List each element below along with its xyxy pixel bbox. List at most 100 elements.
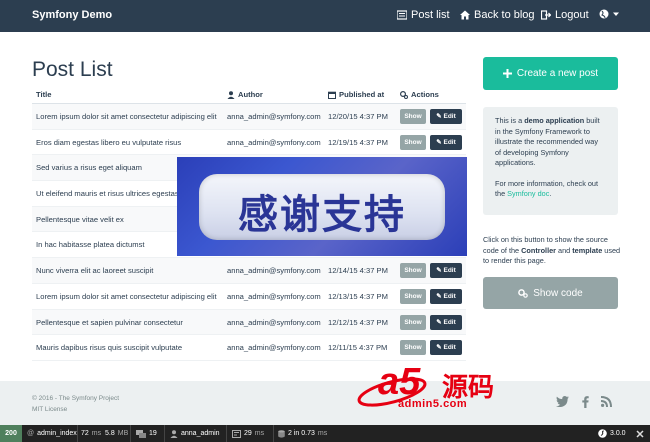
post-date: 12/11/15 4:37 PM: [328, 343, 388, 353]
close-icon: [636, 429, 644, 438]
status-code[interactable]: 200: [0, 425, 22, 442]
show-post-button[interactable]: Show: [400, 263, 426, 279]
post-author: anna_admin@symfony.com: [227, 137, 321, 147]
home-icon: [460, 10, 470, 20]
info-box: This is a demo application built in the …: [483, 107, 618, 215]
post-author: anna_admin@symfony.com: [227, 112, 321, 121]
language-dropdown[interactable]: [599, 9, 619, 19]
info-paragraph-2: For more information, check out the Symf…: [495, 178, 599, 199]
nav-back-to-blog-label: Back to blog: [474, 9, 535, 21]
edit-icon: ✎: [436, 267, 442, 275]
toolbar-time[interactable]: 72 ms: [81, 425, 101, 442]
show-post-button[interactable]: Show: [400, 340, 426, 356]
header-published: Published at: [328, 90, 384, 99]
plus-icon: [502, 69, 512, 78]
brand[interactable]: Symfony Demo: [32, 9, 112, 21]
footer: © 2016 - The Symfony Project MIT License: [0, 381, 650, 425]
logs-icon: [136, 429, 146, 438]
user-icon: [227, 90, 235, 99]
table-header: Title Author Published at Actions: [32, 84, 466, 104]
post-date: 12/13/15 4:37 PM: [328, 291, 388, 301]
toolbar-route[interactable]: @ admin_index: [27, 425, 77, 442]
toolbar-twig[interactable]: 29 ms: [232, 425, 264, 442]
edit-post-button[interactable]: ✎ Edit: [430, 109, 462, 124]
logout-icon: [541, 10, 551, 20]
toolbar-version[interactable]: 3.0.0: [598, 425, 626, 442]
post-author: anna_admin@symfony.com: [227, 343, 321, 353]
symfony-doc-link[interactable]: Symfony doc: [507, 189, 549, 198]
header-actions: Actions: [400, 90, 439, 99]
edit-icon: ✎: [436, 292, 442, 300]
post-title: Eros diam egestas libero eu vulputate ri…: [36, 137, 182, 147]
post-title: Mauris dapibus risus quis suscipit vulpu…: [36, 343, 183, 353]
edit-icon: ✎: [436, 113, 442, 120]
footer-copyright: © 2016 - The Symfony Project MIT License: [32, 395, 120, 413]
create-post-label: Create a new post: [516, 68, 599, 79]
toolbar-divider: [77, 425, 78, 442]
toolbar-divider: [273, 425, 274, 442]
rss-icon[interactable]: [601, 396, 612, 407]
facebook-icon[interactable]: [582, 396, 589, 408]
nav-logout[interactable]: Logout: [541, 9, 589, 21]
source-code-description: Click on this button to show the source …: [483, 235, 621, 265]
show-post-button[interactable]: Show: [400, 314, 426, 330]
post-author: anna_admin@symfony.com: [227, 291, 321, 301]
watermark-badge: 感谢支持: [199, 174, 445, 240]
edit-icon: ✎: [436, 344, 442, 352]
post-date: 12/19/15 4:37 PM: [328, 137, 388, 147]
twitter-icon[interactable]: [556, 396, 569, 407]
edit-post-button[interactable]: ✎ Edit: [430, 263, 462, 279]
toolbar-close[interactable]: [636, 425, 644, 442]
show-post-button[interactable]: Show: [400, 288, 426, 304]
nav-post-list[interactable]: Post list: [397, 9, 450, 21]
nav-back-to-blog[interactable]: Back to blog: [460, 9, 535, 21]
create-post-button[interactable]: Create a new post: [483, 57, 618, 90]
edit-icon: ✎: [436, 318, 442, 326]
cogs-icon: [518, 288, 529, 298]
table-row: Lorem ipsum dolor sit amet consectetur a…: [32, 284, 466, 310]
nav-logout-label: Logout: [555, 9, 589, 21]
database-icon: [278, 429, 285, 438]
table-row: Eros diam egestas libero eu vulputate ri…: [32, 130, 466, 156]
nav-post-list-label: Post list: [411, 9, 450, 21]
toolbar-divider: [164, 425, 165, 442]
debug-toolbar: 200 @ admin_index 72 ms 5.8 MB 19 anna_adm…: [0, 425, 650, 442]
list-icon: [397, 10, 407, 20]
toolbar-divider: [226, 425, 227, 442]
post-date: 12/12/15 4:37 PM: [328, 317, 388, 327]
edit-post-button[interactable]: ✎ Edit: [430, 134, 462, 150]
post-author: anna_admin@symfony.com: [227, 317, 321, 327]
a5-logo-mark: a5: [378, 361, 421, 403]
show-code-button[interactable]: Show code: [483, 277, 618, 309]
post-title: Lorem ipsum dolor sit amet consectetur a…: [36, 112, 217, 121]
show-post-button[interactable]: Show: [400, 134, 426, 150]
toolbar-db[interactable]: 2 in 0.73 ms: [278, 425, 327, 442]
table-row: Pellentesque et sapien pulvinar consecte…: [32, 309, 466, 336]
toolbar-logs[interactable]: 19: [136, 425, 157, 442]
watermark-text: 感谢支持: [238, 192, 406, 238]
post-title: Nunc viverra elit ac laoreet suscipit: [36, 266, 154, 276]
cogs-icon: [400, 90, 408, 99]
show-post-button[interactable]: Show: [400, 109, 426, 124]
toolbar-user[interactable]: anna_admin: [170, 425, 220, 442]
symfony-icon: [598, 429, 607, 438]
post-date: 12/14/15 4:37 PM: [328, 266, 388, 276]
page-title: Post List: [32, 58, 113, 81]
calendar-icon: [328, 91, 336, 99]
watermark-banner: 感谢支持: [177, 157, 467, 256]
edit-post-button[interactable]: ✎ Edit: [430, 340, 462, 356]
edit-post-button[interactable]: ✎ Edit: [430, 288, 462, 304]
post-date: 12/20/15 4:37 PM: [328, 112, 388, 121]
navbar: Symfony Demo Post list Back to blog Logo…: [0, 0, 650, 32]
toolbar-memory[interactable]: 5.8 MB: [105, 425, 128, 442]
post-title: Pellentesque et sapien pulvinar consecte…: [36, 317, 183, 327]
at-icon: @: [27, 430, 35, 437]
info-paragraph-1: This is a demo application built in the …: [495, 116, 600, 167]
globe-icon: [599, 9, 609, 19]
table-row: Lorem ipsum dolor sit amet consectetur a…: [32, 104, 466, 130]
post-author: anna_admin@symfony.com: [227, 266, 321, 276]
header-title: Title: [36, 90, 52, 99]
edit-post-button[interactable]: ✎ Edit: [430, 314, 462, 330]
table-row: Nunc viverra elit ac laoreet suscipit ann…: [32, 258, 466, 284]
template-icon: [232, 429, 241, 438]
